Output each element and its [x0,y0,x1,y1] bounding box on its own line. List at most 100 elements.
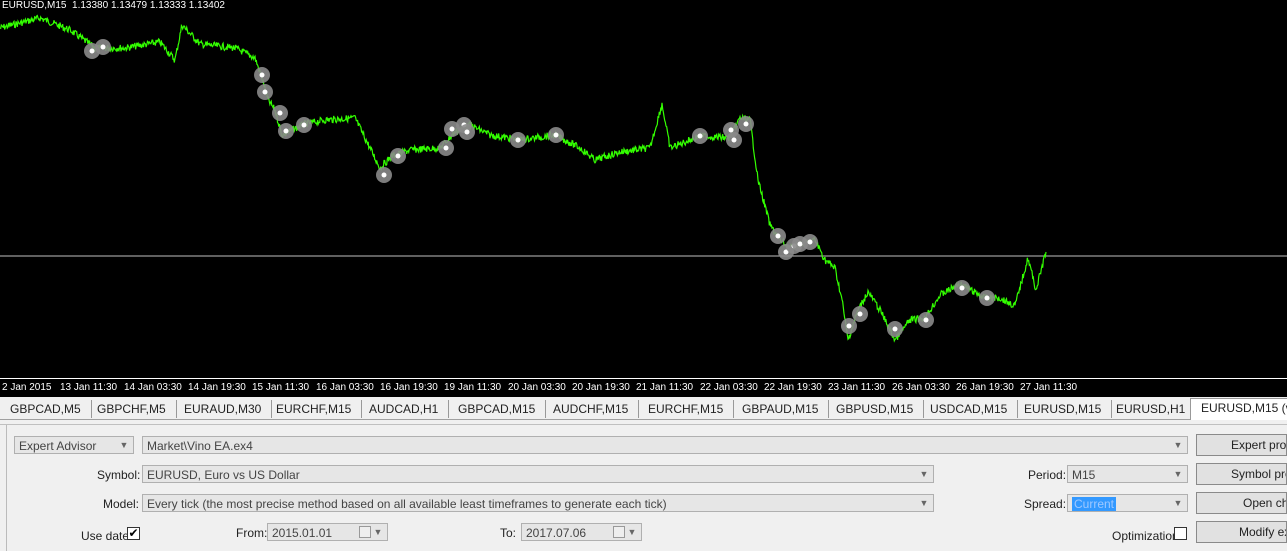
modify-expert-button[interactable]: Modify exp [1196,521,1287,543]
trade-marker-dot [731,137,737,143]
time-tick-label: 14 Jan 03:30 [124,382,182,393]
trade-marker-dot [301,122,307,128]
symbol-label: Symbol: [97,468,141,482]
trade-markers [84,39,995,337]
expert-properties-button[interactable]: Expert prope [1196,434,1287,456]
trade-marker-dot [959,285,965,291]
chevron-down-icon: ▼ [919,469,929,479]
symbol-value: EURUSD, Euro vs US Dollar [147,468,300,482]
expert-value: Market\Vino EA.ex4 [147,439,253,453]
chart-tab[interactable]: GBPCAD,M15 [448,400,547,418]
chart-tab[interactable]: EURCHF,M15 [638,400,735,418]
trade-marker-dot [464,129,470,135]
time-tick-label: 22 Jan 19:30 [764,382,822,393]
trade-marker-dot [381,172,387,178]
from-date-picker[interactable]: 2015.01.01 ▼ [267,523,388,541]
time-tick-label: 2 Jan 2015 [2,382,52,393]
time-tick-label: 16 Jan 19:30 [380,382,438,393]
use-date-label: Use date [81,529,130,543]
time-tick-label: 26 Jan 03:30 [892,382,950,393]
chevron-down-icon: ▼ [919,498,929,508]
spread-label: Spread: [1024,497,1067,511]
chart-tab[interactable]: GBPCAD,M5 [0,400,92,418]
tester-type-select[interactable]: Expert Advisor ▼ [14,436,134,454]
time-tick-label: 27 Jan 11:30 [1020,382,1078,393]
trade-marker-dot [984,295,990,301]
trade-marker-dot [515,137,521,143]
trade-marker-dot [797,241,803,247]
period-select[interactable]: M15 ▼ [1067,465,1188,483]
trade-marker-dot [775,233,781,239]
model-select[interactable]: Every tick (the most precise method base… [142,494,934,512]
model-label: Model: [103,497,140,511]
chart-tab[interactable]: AUDCAD,H1 [359,400,450,418]
trade-marker-dot [923,317,929,323]
chart-tab[interactable]: GBPAUD,M15 [732,400,830,418]
time-tick-label: 20 Jan 19:30 [572,382,630,393]
optimization-checkbox[interactable] [1174,527,1187,540]
trade-marker-dot [892,326,898,332]
open-chart-button[interactable]: Open cha [1196,492,1287,514]
use-date-checkbox[interactable]: ✔ [127,527,140,540]
price-chart[interactable]: EURUSD,M15 1.13380 1.13479 1.13333 1.134… [0,0,1287,378]
chart-tab[interactable]: EURCHF,M15 [266,400,363,418]
trade-marker-dot [443,145,449,151]
time-tick-label: 23 Jan 11:30 [828,382,886,393]
to-date-value: 2017.07.06 [526,526,587,540]
trade-marker-dot [283,128,289,134]
chevron-down-icon: ▼ [119,440,129,450]
spread-value: Current [1072,497,1117,511]
calendar-icon [613,526,625,538]
chart-tab[interactable]: GBPUSD,M15 [826,400,925,418]
time-axis: 2 Jan 2015 13 Jan 11:30 14 Jan 03:30 14 … [0,378,1287,397]
chevron-down-icon: ▼ [1173,469,1183,479]
trade-marker-dot [262,89,268,95]
chart-tab[interactable]: EURUSD,M15 [1014,400,1113,418]
symbol-properties-button[interactable]: Symbol prope [1196,463,1287,485]
spread-select[interactable]: Current ▼ [1067,494,1188,512]
chart-tab[interactable]: EURAUD,M30 [174,400,273,418]
time-tick-label: 19 Jan 11:30 [444,382,502,393]
chart-tab-active[interactable]: EURUSD,M15 (vi [1190,398,1287,420]
trade-marker-dot [697,133,703,139]
chart-tab[interactable]: AUDCHF,M15 [543,400,640,418]
trade-marker-dot [807,239,813,245]
trade-marker-dot [259,72,265,78]
trade-marker-dot [100,44,106,50]
panel-grip[interactable] [0,425,7,551]
to-label: To: [500,526,517,540]
trade-marker-dot [553,132,559,138]
time-tick-label: 22 Jan 03:30 [700,382,758,393]
model-value: Every tick (the most precise method base… [147,497,667,511]
symbol-select[interactable]: EURUSD, Euro vs US Dollar ▼ [142,465,934,483]
period-value: M15 [1072,468,1096,482]
time-tick-label: 26 Jan 19:30 [956,382,1014,393]
price-line [0,14,1047,343]
expert-select[interactable]: Market\Vino EA.ex4 ▼ [142,436,1188,454]
chart-tab[interactable]: USDCAD,M15 [920,400,1019,418]
chart-title: EURUSD,M15 1.13380 1.13479 1.13333 1.134… [2,0,225,11]
time-tick-label: 16 Jan 03:30 [316,382,374,393]
time-tick-label: 20 Jan 03:30 [508,382,566,393]
chart-tabs-bar: GBPCAD,M5 GBPCHF,M5 EURAUD,M30 EURCHF,M1… [0,397,1287,420]
calendar-icon [359,526,371,538]
chart-tab[interactable]: EURUSD,H1 [1106,400,1197,418]
optimization-label: Optimization [1112,529,1179,543]
tester-type-value: Expert Advisor [19,439,97,453]
chevron-down-icon: ▼ [627,527,637,537]
from-date-value: 2015.01.01 [272,526,333,540]
trade-marker-dot [395,153,401,159]
trade-marker-dot [277,110,283,116]
trade-marker-dot [743,121,749,127]
time-tick-label: 21 Jan 11:30 [636,382,694,393]
trade-marker-dot [857,311,863,317]
to-date-picker[interactable]: 2017.07.06 ▼ [521,523,642,541]
from-label: From: [236,526,268,540]
price-chart-svg [0,14,1287,343]
chart-tab[interactable]: GBPCHF,M5 [87,400,177,418]
trade-marker-dot [449,126,455,132]
trade-marker-dot [89,48,95,54]
trade-marker-dot [728,127,734,133]
trade-marker-dot [846,323,852,329]
chevron-down-icon: ▼ [1173,498,1183,508]
